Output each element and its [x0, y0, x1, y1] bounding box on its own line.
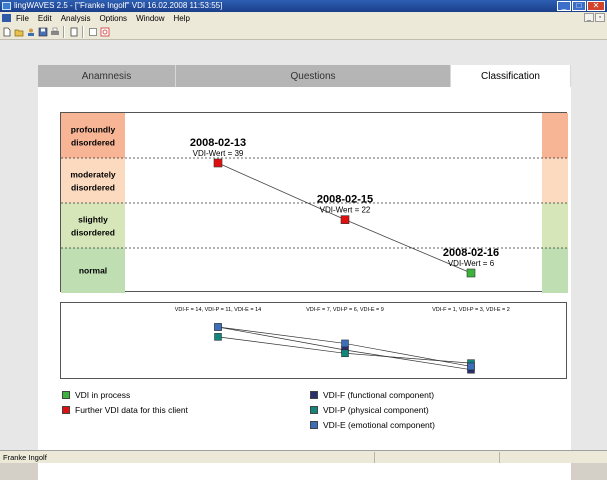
severity-label: moderately — [70, 170, 116, 180]
status-cell-3 — [500, 452, 607, 463]
severity-label: disordered — [71, 183, 115, 193]
print-icon[interactable] — [49, 26, 60, 38]
component-category-label: VDI-F = 1, VDI-P = 3, VDI-E = 2 — [432, 307, 510, 313]
menu-edit[interactable]: Edit — [38, 14, 52, 23]
component-chart: VDI-F = 14, VDI-P = 11, VDI-E = 14 VDI-F … — [60, 302, 567, 379]
app-icon — [2, 2, 11, 10]
severity-label: disordered — [71, 228, 115, 238]
legend-item-vdi-in-process: VDI in process — [62, 390, 130, 400]
component-marker — [341, 339, 349, 348]
severity-band — [61, 203, 125, 248]
window-title: lingWAVES 2.5 - ["Franke Ingolf" VDI 16.… — [14, 1, 223, 10]
legend-swatch — [62, 391, 70, 399]
vdi-value-label: VDI-Wert = 22 — [320, 206, 371, 215]
title-bar: lingWAVES 2.5 - ["Franke Ingolf" VDI 16.… — [0, 0, 607, 12]
component-line — [217, 336, 346, 354]
document-window-controls: _ ▫ — [584, 13, 605, 22]
status-user: Franke Ingolf — [0, 451, 375, 463]
legend-label: VDI-P (physical component) — [323, 405, 429, 415]
severity-band-strip — [542, 158, 568, 203]
severity-band-strip — [542, 203, 568, 248]
doc-restore-button[interactable]: ▫ — [595, 13, 605, 22]
classification-chart: profoundly disordered moderately disordered… — [60, 112, 568, 293]
component-marker — [467, 362, 475, 371]
legend-label: Further VDI data for this client — [75, 405, 188, 415]
legend-label: VDI-E (emotional component) — [323, 420, 435, 430]
severity-label: profoundly — [71, 125, 116, 135]
vdi-date-label: 2008-02-15 — [317, 194, 373, 206]
component-marker — [214, 333, 222, 341]
severity-band-strip — [542, 113, 568, 158]
legend: VDI in process Further VDI data for this… — [62, 390, 562, 440]
close-button[interactable]: ✕ — [587, 1, 605, 11]
maximize-button[interactable]: □ — [572, 1, 586, 11]
severity-label: normal — [79, 266, 107, 276]
legend-swatch — [310, 391, 318, 399]
component-marker — [214, 323, 222, 331]
document-icon — [2, 14, 11, 22]
legend-item-vdi-f: VDI-F (functional component) — [310, 390, 434, 400]
legend-swatch — [62, 406, 70, 414]
menu-bar: File Edit Analysis Options Window Help _… — [0, 12, 607, 24]
legend-label: VDI-F (functional component) — [323, 390, 435, 400]
vdi-date-label: 2008-02-16 — [443, 247, 499, 259]
component-line — [344, 349, 472, 371]
component-line — [217, 326, 346, 344]
vdi-marker — [466, 268, 476, 278]
vdi-marker — [340, 215, 350, 224]
doc-minimize-button[interactable]: _ — [584, 13, 594, 22]
classification-chart-svg: profoundly disordered moderately disordered… — [61, 113, 568, 293]
open-folder-icon[interactable] — [13, 26, 24, 38]
toolbar-separator — [82, 25, 84, 38]
legend-swatch — [310, 406, 318, 414]
severity-band — [61, 158, 125, 203]
menu-options[interactable]: Options — [99, 14, 127, 23]
component-marker — [341, 349, 349, 358]
vdi-value-label: VDI-Wert = 39 — [193, 149, 244, 158]
severity-label: disordered — [71, 138, 115, 148]
tab-questions[interactable]: Questions — [176, 65, 451, 87]
legend-label: VDI in process — [75, 390, 131, 400]
tab-classification[interactable]: Classification — [451, 65, 571, 87]
legend-item-vdi-p: VDI-P (physical component) — [310, 405, 429, 415]
component-chart-svg: VDI-F = 14, VDI-P = 11, VDI-E = 14 VDI-F … — [175, 307, 510, 374]
severity-band — [61, 113, 125, 158]
window-controls: _ □ ✕ — [557, 1, 605, 11]
client-icon[interactable] — [25, 26, 36, 38]
severity-label: slightly — [78, 215, 108, 225]
menu-window[interactable]: Window — [136, 14, 164, 23]
tab-anamnesis[interactable]: Anamnesis — [38, 65, 176, 87]
blank-doc-icon[interactable] — [68, 26, 79, 38]
toolbar — [0, 24, 607, 40]
status-bar: Franke Ingolf — [0, 450, 607, 463]
component-category-label: VDI-F = 14, VDI-P = 11, VDI-E = 14 — [175, 307, 261, 313]
legend-item-vdi-e: VDI-E (emotional component) — [310, 420, 435, 430]
legend-item-further-vdi: Further VDI data for this client — [62, 405, 188, 415]
menu-file[interactable]: File — [16, 14, 29, 23]
minimize-button[interactable]: _ — [557, 1, 571, 11]
vdi-marker — [213, 158, 223, 168]
vdi-value-label: VDI-Wert = 6 — [448, 259, 495, 268]
vdi-date-label: 2008-02-13 — [190, 137, 246, 149]
component-category-label: VDI-F = 7, VDI-P = 6, VDI-E = 9 — [306, 307, 384, 313]
severity-band-strip — [542, 248, 568, 293]
image-icon[interactable] — [99, 26, 110, 38]
menu-help[interactable]: Help — [174, 14, 190, 23]
status-cell-2 — [375, 451, 500, 463]
menu-analysis[interactable]: Analysis — [61, 14, 91, 23]
checkbox-icon[interactable] — [87, 26, 98, 38]
new-doc-icon[interactable] — [1, 26, 12, 38]
save-icon[interactable] — [37, 26, 48, 38]
tab-bar: Anamnesis Questions Classification — [38, 65, 571, 87]
component-line — [217, 326, 346, 351]
toolbar-separator — [63, 25, 65, 38]
legend-swatch — [310, 421, 318, 429]
